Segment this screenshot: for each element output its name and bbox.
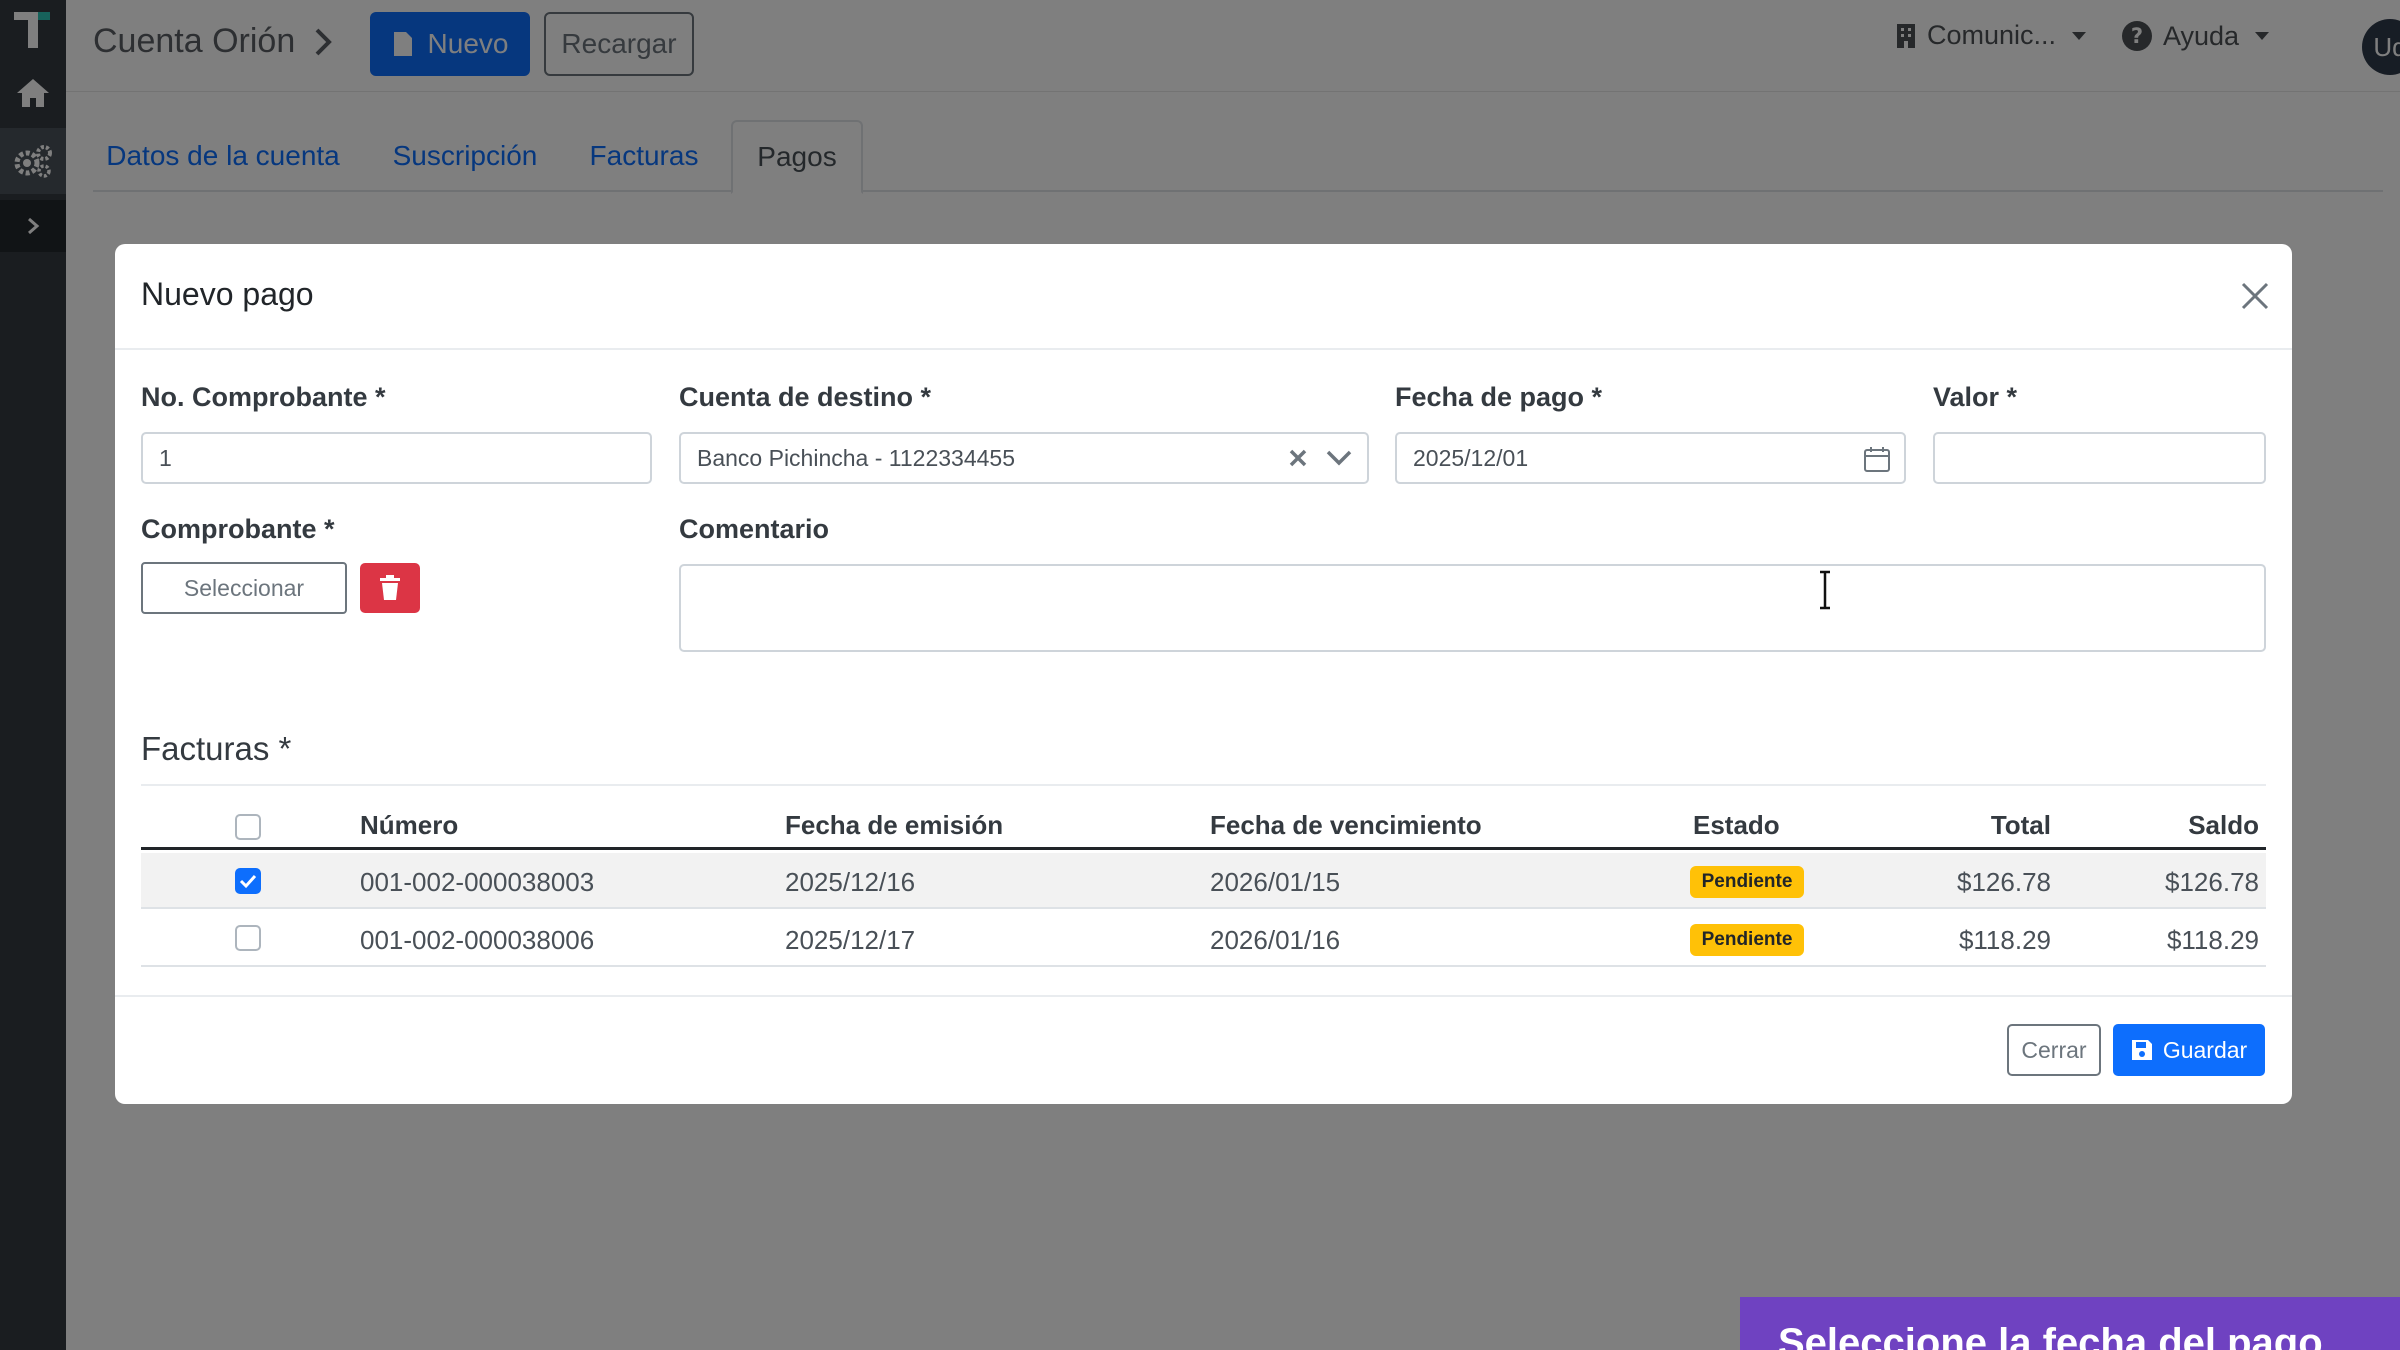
due-date: 2026/01/16 (1210, 925, 1341, 955)
comment-textarea[interactable] (679, 564, 2266, 652)
destination-account-select[interactable]: Banco Pichincha - 1122334455 (679, 432, 1369, 484)
amount-input[interactable] (1933, 432, 2266, 484)
table-row[interactable]: 001-002-000038003 2025/12/16 2026/01/15 … (141, 853, 2266, 909)
modal-footer-divider (115, 995, 2292, 997)
close-button[interactable]: Cerrar (2007, 1024, 2101, 1076)
payment-date-value: 2025/12/01 (1413, 444, 1529, 471)
text-cursor-icon (1820, 570, 1830, 610)
chevron-down-icon[interactable] (1325, 449, 1353, 467)
destination-account-label: Cuenta de destino * (679, 382, 932, 412)
table-row[interactable]: 001-002-000038006 2025/12/17 2026/01/16 … (141, 911, 2266, 967)
new-payment-modal: Nuevo pago No. Comprobante * 1 Cuenta de… (115, 244, 2292, 1104)
col-status: Estado (1693, 810, 1780, 840)
select-file-button[interactable]: Seleccionar (141, 562, 347, 614)
invoice-number: 001-002-000038006 (360, 925, 595, 955)
payment-date-label: Fecha de pago * (1395, 382, 1603, 412)
invoices-table-header: Número Fecha de emisión Fecha de vencimi… (141, 800, 2266, 850)
trash-icon (380, 575, 400, 600)
col-balance: Saldo (2188, 810, 2259, 840)
close-icon[interactable] (2235, 276, 2275, 316)
receipt-number-input[interactable]: 1 (141, 432, 652, 484)
invoices-section-title: Facturas * (141, 730, 292, 767)
invoice-total: $118.29 (1958, 925, 2051, 955)
calendar-icon[interactable] (1862, 444, 1892, 474)
tutorial-caption: Seleccione la fecha del pago (1740, 1297, 2400, 1350)
clear-x-icon[interactable] (1287, 447, 1309, 469)
row-checkbox[interactable] (235, 925, 261, 951)
row-checkbox[interactable] (235, 868, 261, 894)
receipt-file-label: Comprobante * (141, 514, 335, 544)
status-badge: Pendiente (1690, 866, 1804, 898)
caption-text: Seleccione la fecha del pago (1778, 1321, 2323, 1350)
modal-title: Nuevo pago (141, 276, 314, 312)
save-button[interactable]: Guardar (2113, 1024, 2265, 1076)
status-badge: Pendiente (1690, 924, 1804, 956)
modal-header: Nuevo pago (115, 244, 2292, 350)
col-number: Número (360, 810, 459, 840)
section-divider (141, 784, 2266, 786)
comment-label: Comentario (679, 514, 830, 544)
issue-date: 2025/12/17 (785, 925, 916, 955)
amount-label: Valor * (1933, 382, 2018, 412)
col-issue-date: Fecha de emisión (785, 810, 1004, 840)
invoice-total: $126.78 (1957, 867, 2051, 897)
check-icon (239, 874, 257, 889)
select-all-checkbox[interactable] (235, 814, 261, 840)
invoice-number: 001-002-000038003 (360, 867, 595, 897)
destination-account-value: Banco Pichincha - 1122334455 (697, 444, 1015, 471)
delete-file-button[interactable] (360, 563, 420, 613)
payment-date-input[interactable]: 2025/12/01 (1395, 432, 1906, 484)
col-due-date: Fecha de vencimiento (1210, 810, 1482, 840)
col-total: Total (1990, 810, 2051, 840)
invoice-balance: $126.78 (2165, 867, 2259, 897)
due-date: 2026/01/15 (1210, 867, 1341, 897)
issue-date: 2025/12/16 (785, 867, 916, 897)
save-button-label: Guardar (2162, 1036, 2248, 1063)
receipt-number-label: No. Comprobante * (141, 382, 386, 412)
floppy-disk-icon (2131, 1040, 2152, 1060)
invoice-balance: $118.29 (2166, 925, 2259, 955)
